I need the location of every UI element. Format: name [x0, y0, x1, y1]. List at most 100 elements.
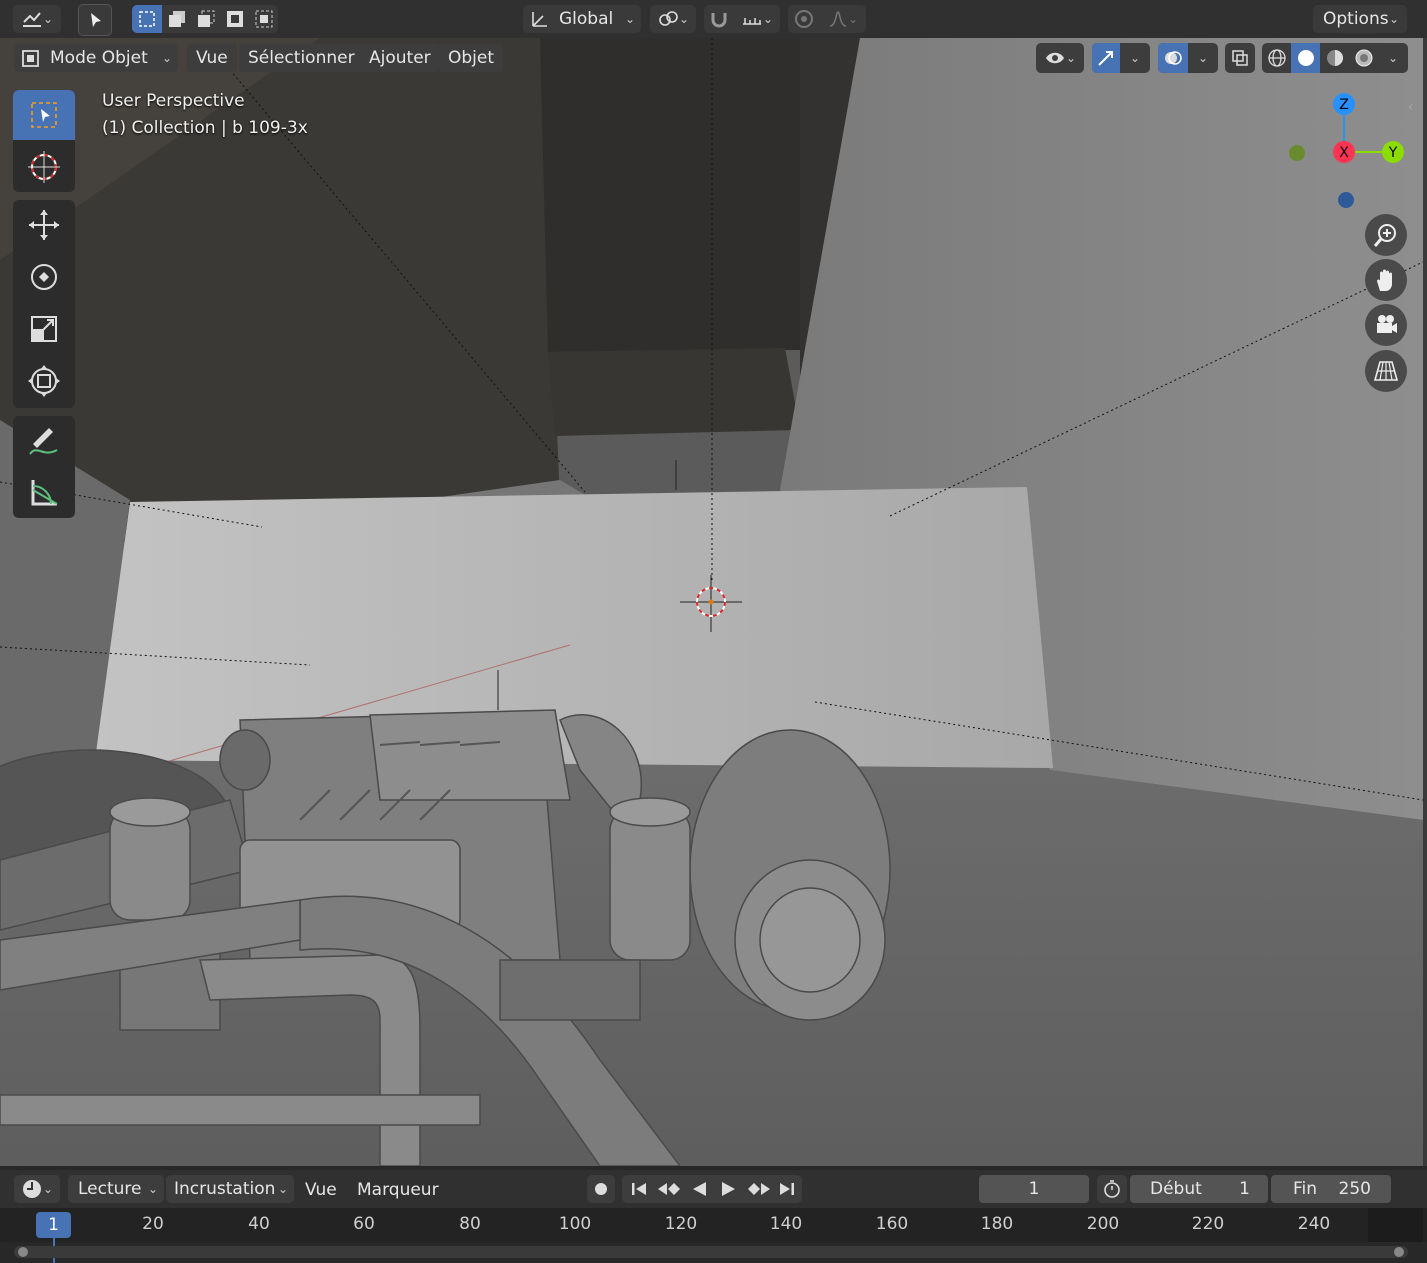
- shading-material-button[interactable]: [1320, 43, 1349, 73]
- menu-objet[interactable]: Objet: [439, 44, 504, 72]
- play-reverse-button[interactable]: [684, 1175, 714, 1203]
- cursor-arrow-icon: [91, 13, 101, 27]
- zoom-button[interactable]: [1365, 214, 1407, 256]
- wireframe-sphere-icon: [1267, 49, 1286, 67]
- annotate-pencil-icon: [29, 428, 58, 455]
- falloff-curve-icon: [829, 11, 847, 27]
- orientation-axes-icon: [532, 12, 547, 27]
- selection-intersect-button[interactable]: [249, 5, 278, 33]
- xray-toggle[interactable]: [1225, 43, 1255, 73]
- menu-ajouter[interactable]: Ajouter: [360, 44, 440, 72]
- gizmo-group: ⌄: [1092, 43, 1150, 73]
- scrollbar-handle-left[interactable]: [18, 1247, 28, 1257]
- camera-view-button[interactable]: [1365, 304, 1407, 346]
- chevron-down-icon: ⌄: [678, 12, 690, 26]
- selection-subtract-button[interactable]: [191, 5, 220, 33]
- overlays-toggle[interactable]: [1158, 43, 1188, 73]
- move-arrows-icon: [29, 210, 59, 240]
- transform-orientation-dropdown[interactable]: Global ⌄: [523, 5, 641, 33]
- select-tool-button[interactable]: [78, 4, 112, 36]
- falloff-dropdown[interactable]: ⌄: [820, 5, 866, 33]
- playback-controls: [622, 1175, 802, 1203]
- tool-scale[interactable]: [13, 304, 75, 354]
- selection-invert-button[interactable]: [220, 5, 249, 33]
- frame-tick: 240: [1297, 1214, 1331, 1234]
- frame-tick: 60: [353, 1214, 375, 1234]
- scrollbar-handle-right[interactable]: [1394, 1247, 1404, 1257]
- jump-start-button[interactable]: [626, 1175, 652, 1203]
- rotate-icon: [31, 264, 57, 290]
- shading-wireframe-button[interactable]: [1262, 43, 1291, 73]
- timeline-menu-lecture[interactable]: Lecture ⌄: [68, 1175, 164, 1203]
- timeline-menu-vue[interactable]: Vue: [305, 1177, 337, 1203]
- next-keyframe-button[interactable]: [744, 1175, 774, 1203]
- 3d-viewport[interactable]: Mode Objet ⌄ Vue Sélectionner Ajouter Ob…: [0, 38, 1423, 1166]
- gizmo-toggle[interactable]: [1092, 43, 1120, 73]
- current-frame-field[interactable]: 1: [979, 1175, 1089, 1203]
- start-frame-value: 1: [1239, 1179, 1250, 1199]
- select-new-icon: [139, 11, 155, 27]
- auto-keying-toggle[interactable]: [587, 1175, 615, 1203]
- chevron-down-icon: ⌄: [42, 12, 54, 26]
- overlays-group: ⌄: [1158, 43, 1218, 73]
- view-perspective-label: User Perspective: [102, 91, 245, 111]
- xray-icon: [1232, 50, 1248, 66]
- options-dropdown[interactable]: Options ⌄: [1313, 5, 1407, 33]
- timeline-editor-type-button[interactable]: ⌄: [14, 1175, 60, 1203]
- start-frame-field[interactable]: Début 1: [1130, 1175, 1268, 1203]
- proportional-edit-toggle[interactable]: [788, 5, 820, 33]
- jump-start-icon: [632, 1183, 646, 1195]
- editor-type-button[interactable]: ⌄: [13, 5, 61, 33]
- transform-orientation-label: Global: [559, 9, 614, 29]
- current-frame-value: 1: [1028, 1179, 1040, 1199]
- pan-button[interactable]: [1365, 259, 1407, 301]
- chevron-down-icon: ⌄: [847, 12, 859, 26]
- visibility-dropdown[interactable]: ⌄: [1036, 43, 1084, 73]
- frame-tick: 160: [875, 1214, 909, 1234]
- timeline-menu-marqueur[interactable]: Marqueur: [357, 1177, 439, 1203]
- chevron-down-icon: ⌄: [624, 12, 635, 26]
- end-frame-field[interactable]: Fin 250: [1271, 1175, 1391, 1203]
- perspective-toggle-button[interactable]: [1365, 350, 1407, 392]
- timeline-scrollbar[interactable]: [14, 1246, 1408, 1258]
- jump-end-button[interactable]: [774, 1175, 800, 1203]
- tool-annotate[interactable]: [13, 416, 75, 466]
- tool-transform[interactable]: [13, 356, 75, 406]
- tool-select-box[interactable]: [13, 90, 75, 140]
- frame-tick: 80: [459, 1214, 481, 1234]
- eye-icon: [1045, 52, 1064, 64]
- menu-selectionner[interactable]: Sélectionner: [239, 44, 364, 72]
- record-dot-icon: [595, 1183, 607, 1195]
- chevron-down-icon[interactable]: ⌄: [1388, 51, 1398, 65]
- playhead[interactable]: 1: [36, 1212, 71, 1238]
- chevron-down-icon[interactable]: ⌄: [1130, 51, 1140, 65]
- tool-rotate[interactable]: [13, 252, 75, 302]
- tool-measure[interactable]: [13, 468, 75, 518]
- pivot-point-dropdown[interactable]: ⌄: [650, 5, 696, 33]
- frame-tick: 220: [1191, 1214, 1225, 1234]
- collection-info-label: (1) Collection | b 109-3x: [102, 118, 308, 138]
- menu-vue[interactable]: Vue: [187, 44, 237, 72]
- selection-new-button[interactable]: [132, 5, 162, 33]
- tool-move[interactable]: [13, 200, 75, 250]
- shading-solid-button[interactable]: [1291, 43, 1320, 73]
- snap-toggle[interactable]: [704, 5, 734, 33]
- interaction-mode-dropdown[interactable]: Mode Objet ⌄: [14, 44, 178, 72]
- snapping-group: ⌄: [704, 5, 780, 33]
- clock-icon: [22, 1180, 41, 1198]
- snap-target-dropdown[interactable]: ⌄: [734, 5, 780, 33]
- selection-extend-button[interactable]: [162, 5, 191, 33]
- chevron-down-icon[interactable]: ⌄: [1198, 51, 1208, 65]
- timeline-menu-incrustation[interactable]: Incrustation ⌄: [166, 1175, 294, 1203]
- solid-sphere-icon: [1297, 50, 1314, 66]
- scene-render: [0, 38, 1423, 1166]
- navigation-gizmo[interactable]: Z Y X: [1280, 90, 1420, 220]
- preview-range-toggle[interactable]: [1097, 1175, 1127, 1203]
- tool-cursor[interactable]: [13, 142, 75, 192]
- shading-rendered-button[interactable]: [1349, 43, 1378, 73]
- sidebar-toggle-icon[interactable]: ‹: [1408, 100, 1422, 120]
- play-button[interactable]: [714, 1175, 744, 1203]
- prev-keyframe-button[interactable]: [654, 1175, 684, 1203]
- frame-tick: 180: [980, 1214, 1014, 1234]
- gizmo-x-label: X: [1339, 145, 1349, 161]
